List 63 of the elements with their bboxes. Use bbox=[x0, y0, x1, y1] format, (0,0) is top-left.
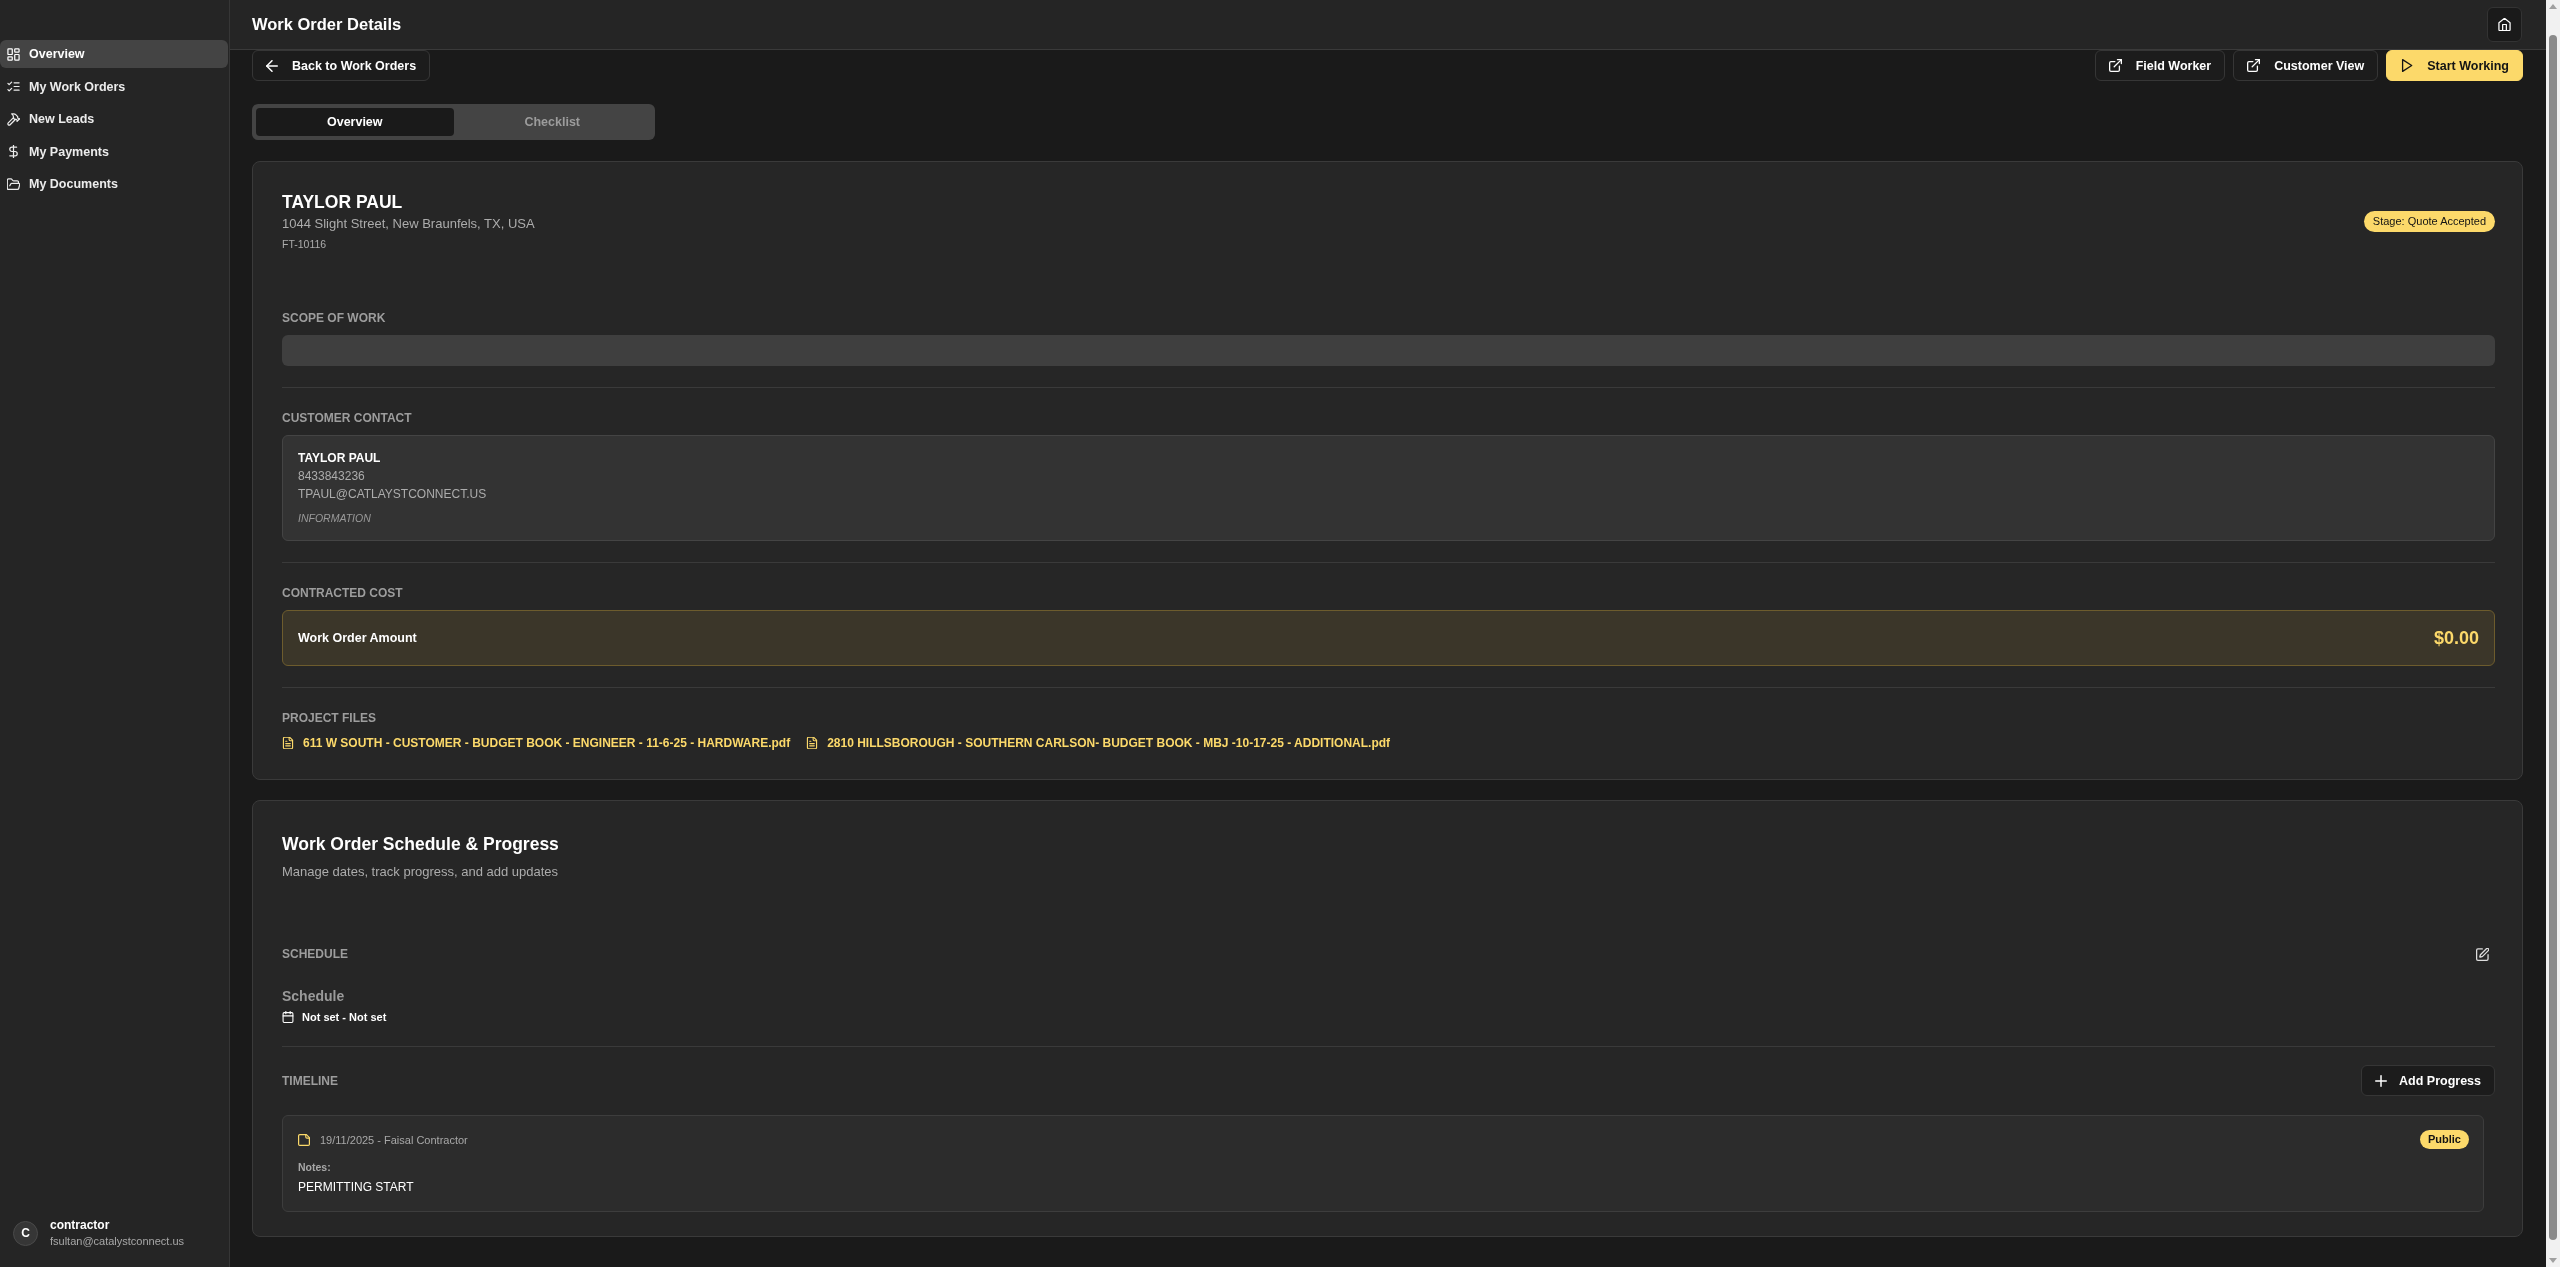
user-email: fsultan@catalystconnect.us bbox=[50, 1234, 185, 1248]
add-progress-button[interactable]: Add Progress bbox=[2361, 1065, 2495, 1096]
document-icon bbox=[806, 737, 819, 749]
sidebar-item[interactable]: Overview bbox=[0, 40, 228, 68]
entry-meta: 19/11/2025 - Faisal Contractor bbox=[320, 1132, 468, 1148]
section-label: PROJECT FILES bbox=[282, 710, 377, 726]
amount-label: Work Order Amount bbox=[298, 631, 417, 645]
folder-icon bbox=[7, 177, 20, 191]
scrollbar-thumb[interactable] bbox=[2549, 35, 2557, 1240]
calendar-icon bbox=[282, 1011, 294, 1023]
file-link[interactable]: 611 W SOUTH - CUSTOMER - BUDGET BOOK - ENGINEER - 11-6-25 - HARDWARE.pdf bbox=[282, 735, 791, 751]
visibility-badge: Public bbox=[2420, 1130, 2469, 1149]
section-label: SCHEDULE bbox=[282, 946, 348, 962]
dollar-icon bbox=[7, 145, 20, 158]
user-avatar: C bbox=[13, 1220, 38, 1246]
customer-name: TAYLOR PAUL bbox=[282, 191, 404, 214]
schedule-heading: Schedule bbox=[282, 987, 346, 1005]
card-title: Work Order Schedule & Progress bbox=[282, 833, 560, 856]
notes-label: Notes: bbox=[298, 1160, 332, 1175]
plus-icon bbox=[2375, 1074, 2388, 1087]
sidebar-item[interactable]: My Payments bbox=[0, 137, 228, 166]
sidebar-item[interactable]: My Documents bbox=[0, 170, 228, 198]
customer-address: 1044 Slight Street, New Braunfels, TX, USA bbox=[282, 215, 535, 233]
edit-button[interactable] bbox=[2476, 947, 2489, 961]
page-title: Work Order Details bbox=[252, 15, 402, 34]
stage-badge: Stage: Quote Accepted bbox=[2363, 210, 2495, 232]
back-button[interactable]: Back to Work Orders bbox=[252, 50, 431, 81]
user-name: contractor bbox=[50, 1218, 111, 1233]
checklist-icon bbox=[7, 80, 20, 93]
external-link-icon bbox=[2247, 59, 2261, 72]
section-label: CONTRACTED COST bbox=[282, 585, 404, 601]
action-button[interactable]: Customer View bbox=[2233, 50, 2379, 81]
action-button[interactable]: Start Working bbox=[2386, 50, 2523, 81]
home-button[interactable] bbox=[2487, 7, 2522, 42]
action-button[interactable]: Field Worker bbox=[2094, 50, 2226, 81]
document-icon bbox=[282, 737, 294, 749]
edit-icon bbox=[2476, 947, 2489, 961]
home-icon bbox=[2498, 18, 2511, 31]
external-link-icon bbox=[2108, 59, 2122, 72]
scrollbar[interactable] bbox=[2546, 0, 2560, 1267]
work-order-number: FT-10116 bbox=[282, 237, 328, 252]
sidebar-item[interactable]: New Leads bbox=[0, 105, 228, 133]
schedule-dates: Not set - Not set bbox=[302, 1010, 387, 1025]
notes-text: PERMITTING START bbox=[298, 1179, 415, 1195]
contact-email: TPAUL@CATLAYSTCONNECT.US bbox=[298, 486, 488, 502]
section-label: CUSTOMER CONTACT bbox=[282, 410, 413, 426]
tab[interactable]: Checklist bbox=[453, 108, 651, 136]
section-label: TIMELINE bbox=[282, 1072, 338, 1089]
card-subtitle: Manage dates, track progress, and add updates bbox=[282, 863, 560, 881]
contact-phone: 8433843236 bbox=[298, 468, 366, 484]
play-icon bbox=[2400, 59, 2414, 72]
hammer-icon bbox=[7, 112, 20, 126]
note-icon bbox=[298, 1133, 310, 1146]
scroll-down-icon[interactable] bbox=[2549, 1258, 2557, 1263]
file-link[interactable]: 2810 HILLSBOROUGH - SOUTHERN CARLSON- BUDGET BOOK - MBJ -10-17-25 - ADDITIONAL.pdf bbox=[806, 735, 1391, 751]
amount-value: $0.00 bbox=[2433, 627, 2479, 649]
contact-name: TAYLOR PAUL bbox=[298, 450, 382, 466]
scroll-up-icon[interactable] bbox=[2549, 4, 2557, 9]
contact-note: INFORMATION bbox=[298, 511, 372, 525]
sidebar-item[interactable]: My Work Orders bbox=[0, 72, 228, 101]
tab[interactable]: Overview bbox=[256, 108, 454, 136]
dashboard-icon bbox=[7, 47, 20, 61]
section-label: SCOPE OF WORK bbox=[282, 310, 387, 326]
